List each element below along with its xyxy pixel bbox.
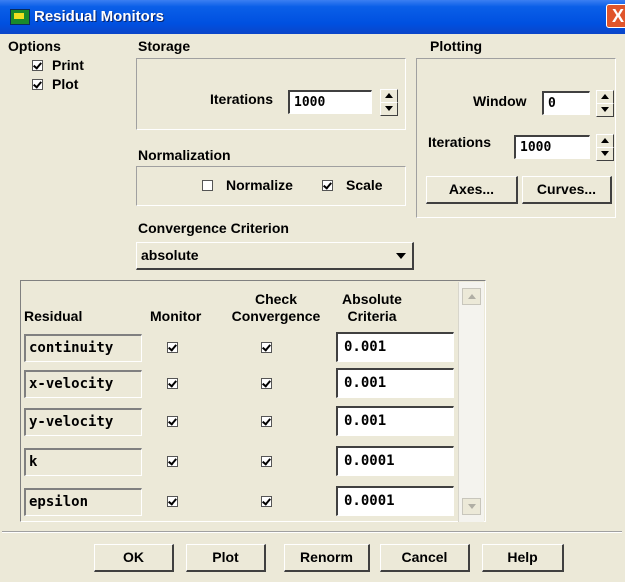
convergence-label: Convergence Criterion: [138, 220, 289, 236]
normalization-label: Normalization: [138, 147, 231, 163]
plotting-label: Plotting: [430, 38, 483, 54]
storage-iterations-input[interactable]: 1000: [288, 90, 372, 114]
monitor-header: Monitor: [150, 308, 202, 324]
check-convergence-checkbox[interactable]: [261, 378, 272, 389]
absolute-criteria-header: Absolute Criteria: [342, 291, 402, 324]
window-title: Residual Monitors: [34, 8, 165, 25]
print-checkbox[interactable]: [32, 60, 43, 71]
check-convergence-checkbox[interactable]: [261, 416, 272, 427]
residual-name: y-velocity: [24, 408, 142, 436]
print-label: Print: [52, 57, 84, 73]
plot-label: Plot: [52, 76, 79, 92]
plot-checkbox[interactable]: [32, 79, 43, 90]
criteria-input[interactable]: 0.0001: [336, 446, 454, 476]
storage-label: Storage: [138, 38, 191, 54]
scale-checkbox[interactable]: [322, 180, 333, 191]
ok-button[interactable]: OK: [94, 544, 174, 572]
options-label: Options: [8, 38, 61, 54]
chevron-down-icon[interactable]: [396, 253, 406, 259]
convergence-dropdown[interactable]: absolute: [136, 242, 414, 270]
monitor-checkbox[interactable]: [167, 456, 178, 467]
storage-iterations-label: Iterations: [210, 91, 274, 107]
spin-up-icon[interactable]: [380, 89, 398, 103]
criteria-input[interactable]: 0.001: [336, 332, 454, 362]
residual-name: epsilon: [24, 488, 142, 516]
curves-button[interactable]: Curves...: [522, 176, 612, 204]
scroll-down-icon[interactable]: [462, 498, 481, 515]
renorm-button[interactable]: Renorm: [284, 544, 370, 572]
scroll-up-icon[interactable]: [462, 288, 481, 305]
spin-up-icon[interactable]: [596, 134, 614, 148]
plotting-window-input[interactable]: 0: [542, 91, 590, 115]
button-divider: [2, 531, 622, 533]
axes-button[interactable]: Axes...: [426, 176, 518, 204]
residual-monitors-dialog: Residual Monitors X Options Print Plot S…: [0, 0, 625, 582]
spin-up-icon[interactable]: [596, 90, 614, 104]
check-convergence-header: Check Convergence: [231, 291, 321, 324]
convergence-selected: absolute: [141, 247, 199, 263]
criteria-input[interactable]: 0.001: [336, 368, 454, 398]
plotting-iterations-spinner[interactable]: [596, 134, 614, 161]
normalize-label: Normalize: [226, 177, 293, 193]
residual-name: x-velocity: [24, 370, 142, 398]
plotting-iterations-label: Iterations: [428, 134, 492, 150]
criteria-input[interactable]: 0.0001: [336, 486, 454, 516]
residual-name: continuity: [24, 334, 142, 362]
plot-button[interactable]: Plot: [186, 544, 266, 572]
close-button[interactable]: X: [606, 4, 625, 28]
title-bar[interactable]: Residual Monitors X: [0, 0, 625, 34]
spin-down-icon[interactable]: [596, 103, 614, 117]
monitor-checkbox[interactable]: [167, 416, 178, 427]
monitor-checkbox[interactable]: [167, 378, 178, 389]
monitor-checkbox[interactable]: [167, 496, 178, 507]
plotting-window-label: Window: [473, 93, 527, 109]
check-convergence-checkbox[interactable]: [261, 496, 272, 507]
storage-iterations-spinner[interactable]: [380, 89, 398, 116]
residual-header: Residual: [24, 308, 83, 324]
monitor-checkbox[interactable]: [167, 342, 178, 353]
plotting-iterations-input[interactable]: 1000: [514, 135, 590, 159]
criteria-input[interactable]: 0.001: [336, 406, 454, 436]
check-convergence-checkbox[interactable]: [261, 342, 272, 353]
normalize-checkbox[interactable]: [202, 180, 213, 191]
app-icon: [10, 9, 30, 25]
residual-name: k: [24, 448, 142, 476]
scale-label: Scale: [346, 177, 383, 193]
help-button[interactable]: Help: [482, 544, 564, 572]
check-convergence-checkbox[interactable]: [261, 456, 272, 467]
cancel-button[interactable]: Cancel: [380, 544, 470, 572]
spin-down-icon[interactable]: [380, 102, 398, 116]
table-scrollbar[interactable]: [458, 282, 484, 522]
spin-down-icon[interactable]: [596, 147, 614, 161]
plotting-window-spinner[interactable]: [596, 90, 614, 117]
